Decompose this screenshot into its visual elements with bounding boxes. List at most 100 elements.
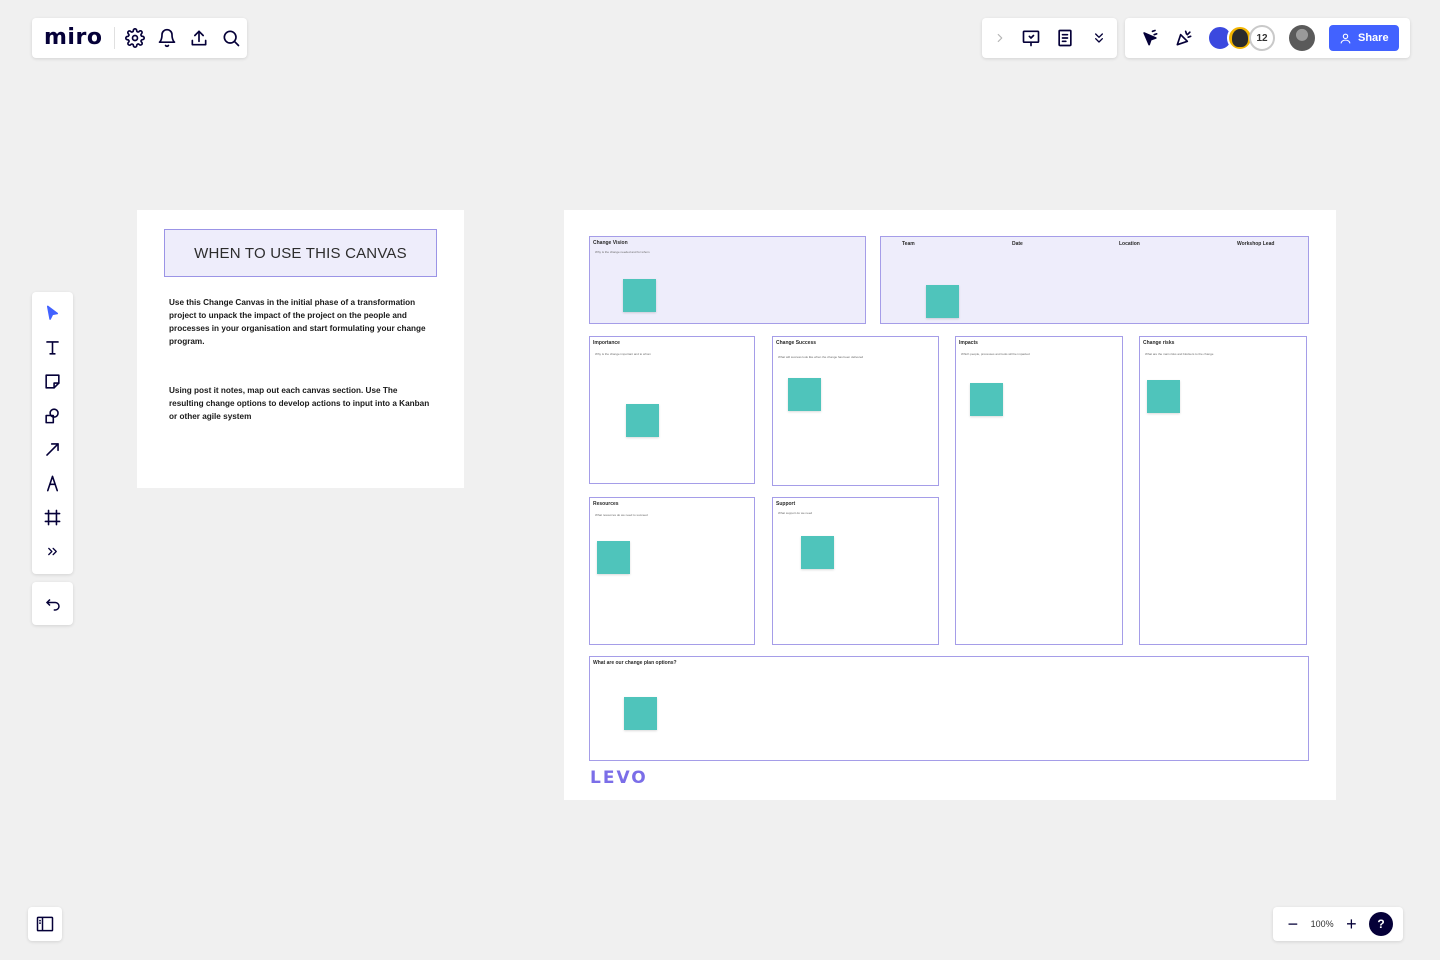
undo-button[interactable] xyxy=(32,582,73,625)
info-paragraph[interactable]: Use this Change Canvas in the initial ph… xyxy=(169,296,434,348)
presentation-button[interactable] xyxy=(1014,21,1048,55)
pen-icon xyxy=(46,475,59,491)
sharing-toolbar: 12 Share xyxy=(1125,18,1410,58)
change-success-section[interactable]: Change Success What will success look li… xyxy=(772,336,939,486)
zoom-in-button[interactable]: + xyxy=(1341,915,1361,933)
text-tool[interactable] xyxy=(36,330,70,364)
location-label: Location xyxy=(1119,241,1140,247)
change-risks-section[interactable]: Change risks What are the main risks and… xyxy=(1139,336,1307,645)
document-icon xyxy=(1058,29,1072,47)
pen-tool[interactable] xyxy=(36,466,70,500)
follow-cursor-button[interactable] xyxy=(1133,21,1167,55)
notifications-button[interactable] xyxy=(151,21,183,55)
connection-line-tool[interactable] xyxy=(36,432,70,466)
sidebar-icon xyxy=(36,916,54,932)
info-paragraph[interactable]: Using post it notes, map out each canvas… xyxy=(169,384,434,423)
select-tool[interactable] xyxy=(36,296,70,330)
text-icon xyxy=(46,340,59,355)
current-user-avatar[interactable] xyxy=(1289,25,1315,51)
impacts-section[interactable]: Impacts Which people, processes and tool… xyxy=(955,336,1123,645)
share-button[interactable]: Share xyxy=(1329,25,1399,51)
section-title: Importance xyxy=(593,340,620,346)
frame-icon xyxy=(44,509,61,525)
sticky-note[interactable] xyxy=(624,697,657,730)
gear-icon xyxy=(125,28,146,48)
resources-section[interactable]: Resources What resources do we need to s… xyxy=(589,497,755,645)
upload-icon xyxy=(191,30,207,46)
sticky-note-icon xyxy=(45,373,60,389)
sticky-note[interactable] xyxy=(788,378,821,411)
info-frame[interactable]: WHEN TO USE THIS CANVAS Use this Change … xyxy=(137,210,464,488)
divider xyxy=(114,27,116,49)
bell-icon xyxy=(158,28,176,48)
section-prompt: Why is the change important and to whom xyxy=(595,352,652,356)
presentation-icon xyxy=(1022,30,1040,47)
cursor-arrow-icon xyxy=(1143,29,1158,46)
double-chevron-down-icon xyxy=(1095,33,1103,43)
sticky-note[interactable] xyxy=(801,536,834,569)
section-title: What are our change plan options? xyxy=(593,660,677,666)
chevron-right-icon xyxy=(997,33,1003,43)
collaborator-count-badge[interactable]: 12 xyxy=(1249,25,1275,51)
section-title: Change risks xyxy=(1143,340,1175,346)
workshop-lead-label: Workshop Lead xyxy=(1237,241,1275,247)
undo-icon xyxy=(45,598,60,611)
zoom-level[interactable]: 100% xyxy=(1311,919,1334,929)
change-plan-options-section[interactable]: What are our change plan options? xyxy=(589,656,1309,761)
main-menu-bar: miro xyxy=(32,18,247,58)
section-prompt: Why is the change needed and for whom xyxy=(595,250,650,254)
section-prompt: What are the main risks and blockers to … xyxy=(1145,352,1214,356)
section-title: Change Success xyxy=(776,340,817,346)
project-details-section[interactable]: Team Date Location Workshop Lead xyxy=(880,236,1309,324)
section-title: Impacts xyxy=(959,340,978,346)
notes-button[interactable] xyxy=(1048,21,1082,55)
sticky-note[interactable] xyxy=(623,279,656,312)
zoom-controls: − 100% + ? xyxy=(1273,907,1403,941)
sticky-note[interactable] xyxy=(926,285,959,318)
collaborator-avatars[interactable]: 12 xyxy=(1207,25,1275,51)
collaboration-toolbar xyxy=(982,18,1117,58)
expand-toolbar-button[interactable] xyxy=(986,21,1014,55)
miro-logo[interactable]: miro xyxy=(44,27,102,49)
more-tools-button[interactable] xyxy=(1082,21,1116,55)
double-chevron-right-icon xyxy=(48,547,57,555)
shapes-tool[interactable] xyxy=(36,398,70,432)
sticky-note[interactable] xyxy=(597,541,630,574)
sticky-note[interactable] xyxy=(626,404,659,437)
settings-button[interactable] xyxy=(119,21,151,55)
shapes-icon xyxy=(45,407,59,423)
party-popper-icon xyxy=(1176,30,1192,46)
section-title: Support xyxy=(776,501,796,507)
team-label: Team xyxy=(902,241,915,247)
sticky-note[interactable] xyxy=(1147,380,1180,413)
section-prompt: What support do we need xyxy=(778,511,813,515)
zoom-out-button[interactable]: − xyxy=(1283,915,1303,933)
pointer-icon xyxy=(46,305,59,320)
board-panel-toggle[interactable] xyxy=(28,907,62,941)
importance-section[interactable]: Importance Why is the change important a… xyxy=(589,336,755,484)
change-canvas-frame[interactable]: Change Vision Why is the change needed a… xyxy=(564,210,1336,800)
section-prompt: What will success look like when the cha… xyxy=(778,355,864,359)
support-section[interactable]: Support What support do we need xyxy=(772,497,939,645)
avatar-photo xyxy=(1232,29,1248,47)
section-prompt: What resources do we need to succeed xyxy=(595,513,648,517)
sticky-note[interactable] xyxy=(970,383,1003,416)
section-title: Resources xyxy=(593,501,619,507)
frame-tool[interactable] xyxy=(36,500,70,534)
section-title: Change Vision xyxy=(593,240,628,246)
section-prompt: Which people, processes and tools will b… xyxy=(961,352,1030,356)
change-vision-section[interactable]: Change Vision Why is the change needed a… xyxy=(589,236,866,324)
help-button[interactable]: ? xyxy=(1369,912,1394,936)
creation-toolbar xyxy=(32,292,73,574)
more-apps-button[interactable] xyxy=(36,534,70,568)
reactions-button[interactable] xyxy=(1167,21,1201,55)
levo-logo: LEVO xyxy=(590,768,648,788)
info-title[interactable]: WHEN TO USE THIS CANVAS xyxy=(164,229,437,277)
arrow-icon xyxy=(46,442,59,456)
export-button[interactable] xyxy=(183,21,215,55)
date-label: Date xyxy=(1012,241,1023,247)
user-icon xyxy=(1340,33,1351,43)
sticky-note-tool[interactable] xyxy=(36,364,70,398)
search-button[interactable] xyxy=(215,21,247,55)
search-icon xyxy=(223,30,240,47)
